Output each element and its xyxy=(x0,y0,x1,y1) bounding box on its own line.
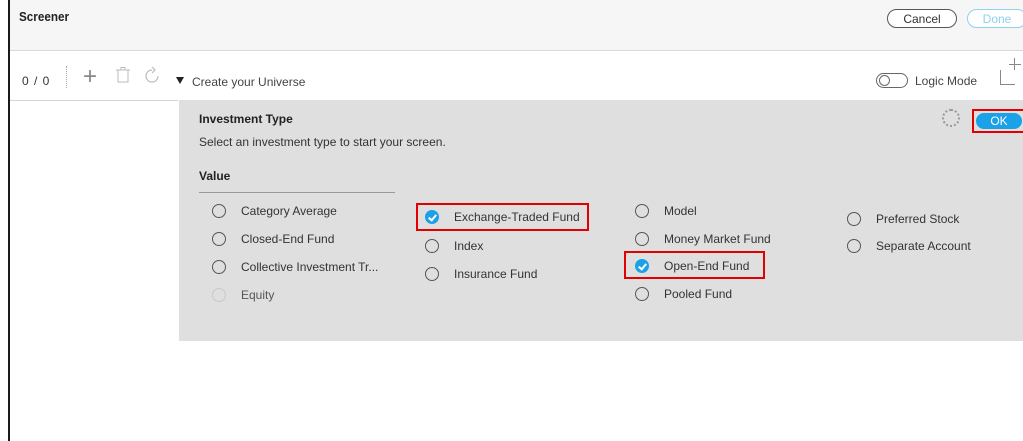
value-header: Value xyxy=(199,169,231,183)
logic-mode-toggle[interactable] xyxy=(876,73,908,88)
screener-window: Screener Cancel Done 0 / 0 + Create your… xyxy=(8,0,1023,441)
radio-unchecked[interactable] xyxy=(847,239,861,253)
ok-button[interactable]: OK xyxy=(976,113,1022,129)
radio-unchecked[interactable] xyxy=(635,204,649,218)
investment-type-panel: Investment Type Select an investment typ… xyxy=(179,100,1023,341)
panel-subtitle: Select an investment type to start your … xyxy=(199,135,446,149)
add-icon[interactable]: + xyxy=(80,65,100,89)
universe-label[interactable]: Create your Universe xyxy=(192,75,305,89)
delete-icon[interactable] xyxy=(113,66,133,88)
window-title: Screener xyxy=(19,9,70,24)
settings-gear-icon[interactable] xyxy=(942,109,960,127)
radio-unchecked[interactable] xyxy=(425,239,439,253)
toolbar-divider xyxy=(66,66,67,88)
cancel-button[interactable]: Cancel xyxy=(887,9,957,28)
radio-unchecked[interactable] xyxy=(847,212,861,226)
logic-mode-label: Logic Mode xyxy=(915,74,978,88)
radio-unchecked[interactable] xyxy=(635,232,649,246)
criteria-counter: 0 / 0 xyxy=(22,74,51,88)
screen-toolbar: 0 / 0 + Create your Universe Logic Mode xyxy=(10,58,1023,98)
done-button[interactable]: Done xyxy=(967,9,1023,28)
radio-disabled xyxy=(212,288,226,302)
title-bar: Screener Cancel Done xyxy=(10,0,1023,51)
radio-unchecked[interactable] xyxy=(212,232,226,246)
left-pane-divider xyxy=(10,100,178,101)
radio-unchecked[interactable] xyxy=(635,287,649,301)
radio-unchecked[interactable] xyxy=(425,267,439,281)
radio-checked[interactable] xyxy=(635,259,649,273)
radio-checked[interactable] xyxy=(425,210,439,224)
value-header-rule xyxy=(199,192,395,193)
add-level-icon[interactable] xyxy=(1000,58,1021,85)
radio-unchecked[interactable] xyxy=(212,204,226,218)
redo-icon[interactable] xyxy=(142,66,162,88)
radio-unchecked[interactable] xyxy=(212,260,226,274)
expand-triangle-icon[interactable] xyxy=(176,77,184,84)
panel-title: Investment Type xyxy=(199,112,293,126)
ok-button-highlight: OK xyxy=(972,109,1023,133)
